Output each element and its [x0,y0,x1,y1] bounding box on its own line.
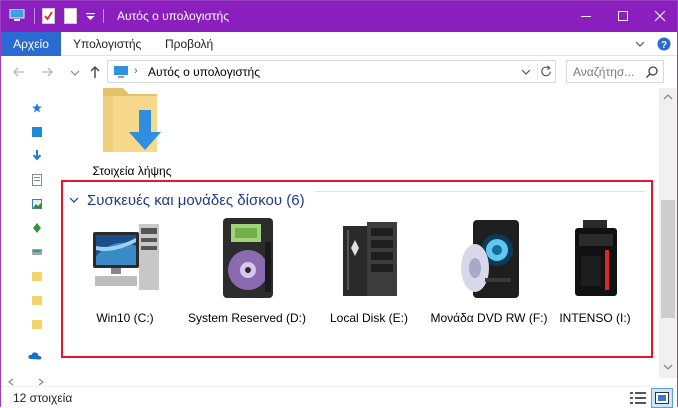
breadcrumb[interactable]: Αυτός ο υπολογιστής [148,65,260,79]
status-bar: 12 στοιχεία [1,386,677,408]
close-button[interactable] [638,1,678,32]
folder-downloads[interactable]: Στοιχεία λήψης [87,88,177,178]
search-icon[interactable] [645,65,659,79]
ribbon-expand-icon[interactable] [634,38,646,50]
up-arrow-icon[interactable] [87,64,103,80]
recent-locations-chevron-icon[interactable] [67,64,83,80]
title-separator [103,9,104,23]
downloads-folder-icon [103,88,161,152]
drive-label: Win10 (C:) [96,311,154,325]
folder-icon[interactable] [32,318,42,330]
refresh-icon[interactable] [537,63,555,80]
usb-drive-icon [575,220,617,296]
drive-label: Μονάδα DVD RW (F:) [430,311,548,325]
tab-view[interactable]: Προβολή [165,32,213,56]
documents-icon[interactable] [32,174,42,186]
scroll-up-arrow-icon[interactable] [663,94,673,100]
pictures-icon[interactable] [32,198,42,210]
help-icon[interactable]: ? [657,37,671,51]
drive-label: Local Disk (E:) [329,311,409,325]
properties-icon[interactable] [42,8,55,24]
item-count: 12 στοιχεία [13,391,73,405]
drive-item-i[interactable]: INTENSO (I:) [535,216,655,346]
navigation-pane-scrollbar[interactable] [1,378,677,386]
green-app-icon[interactable] [32,222,42,234]
window-title: Αυτός ο υπολογιστής [117,9,229,23]
collapse-chevron-icon[interactable] [69,196,79,204]
large-icons-view-icon [655,392,669,404]
this-pc-icon [114,66,128,78]
back-arrow-icon[interactable] [11,64,27,80]
details-view-icon[interactable] [629,390,647,406]
quick-access-separator [34,8,35,24]
scroll-left-arrow-icon[interactable] [7,378,15,386]
scroll-down-arrow-icon[interactable] [663,364,673,370]
drive-item-e[interactable]: Local Disk (E:) [309,216,429,346]
search-input[interactable]: Αναζήτησ... [566,60,664,83]
quick-access-dropdown-icon[interactable] [85,8,96,24]
navigation-pane [1,88,46,378]
svg-text:?: ? [661,40,667,51]
drive-label: System Reserved (D:) [187,311,307,325]
explorer-window: Αυτός ο υπολογιστής Αρχείο Υπολογιστής Π… [0,0,678,408]
address-bar[interactable]: › Αυτός ο υπολογιστής [107,60,556,83]
content-pane: Στοιχεία λήψης Συσκευές και μονάδες δίσκ… [47,88,659,378]
navigation-bar: › Αυτός ο υπολογιστής Αναζήτησ... [1,56,677,88]
dvd-drive-icon [461,220,519,298]
quick-access-star-icon[interactable] [32,102,42,114]
ribbon-tabs: Αρχείο Υπολογιστής Προβολή ? [1,32,677,56]
vertical-scrollbar[interactable] [659,88,677,378]
large-icons-view-button[interactable] [651,388,673,408]
scrollbar-thumb[interactable] [661,200,675,318]
desktop-folder-icon[interactable] [32,126,42,138]
pc-tower-icon [93,224,159,290]
drive-item-f[interactable]: Μονάδα DVD RW (F:) [429,216,549,346]
new-folder-icon[interactable] [64,8,77,24]
drive-label: INTENSO (I:) [559,311,631,325]
devices-and-drives-group: Συσκευές και μονάδες δίσκου (6) Win10 (C… [61,180,653,358]
this-pc-icon[interactable] [9,9,25,21]
folder-icon[interactable] [32,270,42,282]
group-title: Συσκευές και μονάδες δίσκου (6) [87,192,305,209]
drive-item-d[interactable]: System Reserved (D:) [187,216,307,346]
group-divider [315,191,645,192]
breadcrumb-chevron-icon[interactable]: › [134,65,138,77]
title-bar[interactable]: Αυτός ο υπολογιστής [1,1,677,32]
scroll-right-arrow-icon[interactable] [37,378,45,386]
onedrive-icon[interactable] [28,350,42,362]
folder-label: Στοιχεία λήψης [92,164,172,178]
drive-icon[interactable] [32,246,42,258]
downloads-icon[interactable] [32,150,42,162]
search-placeholder: Αναζήτησ... [573,65,635,79]
server-disk-icon [343,222,397,296]
reserved-disk-icon [223,218,273,298]
drive-item-c[interactable]: Win10 (C:) [65,216,185,346]
address-dropdown-icon[interactable] [517,61,535,82]
tab-file[interactable]: Αρχείο [1,32,61,56]
forward-arrow-icon[interactable] [39,64,55,80]
tab-computer[interactable]: Υπολογιστής [73,32,141,56]
folder-icon[interactable] [32,294,42,306]
